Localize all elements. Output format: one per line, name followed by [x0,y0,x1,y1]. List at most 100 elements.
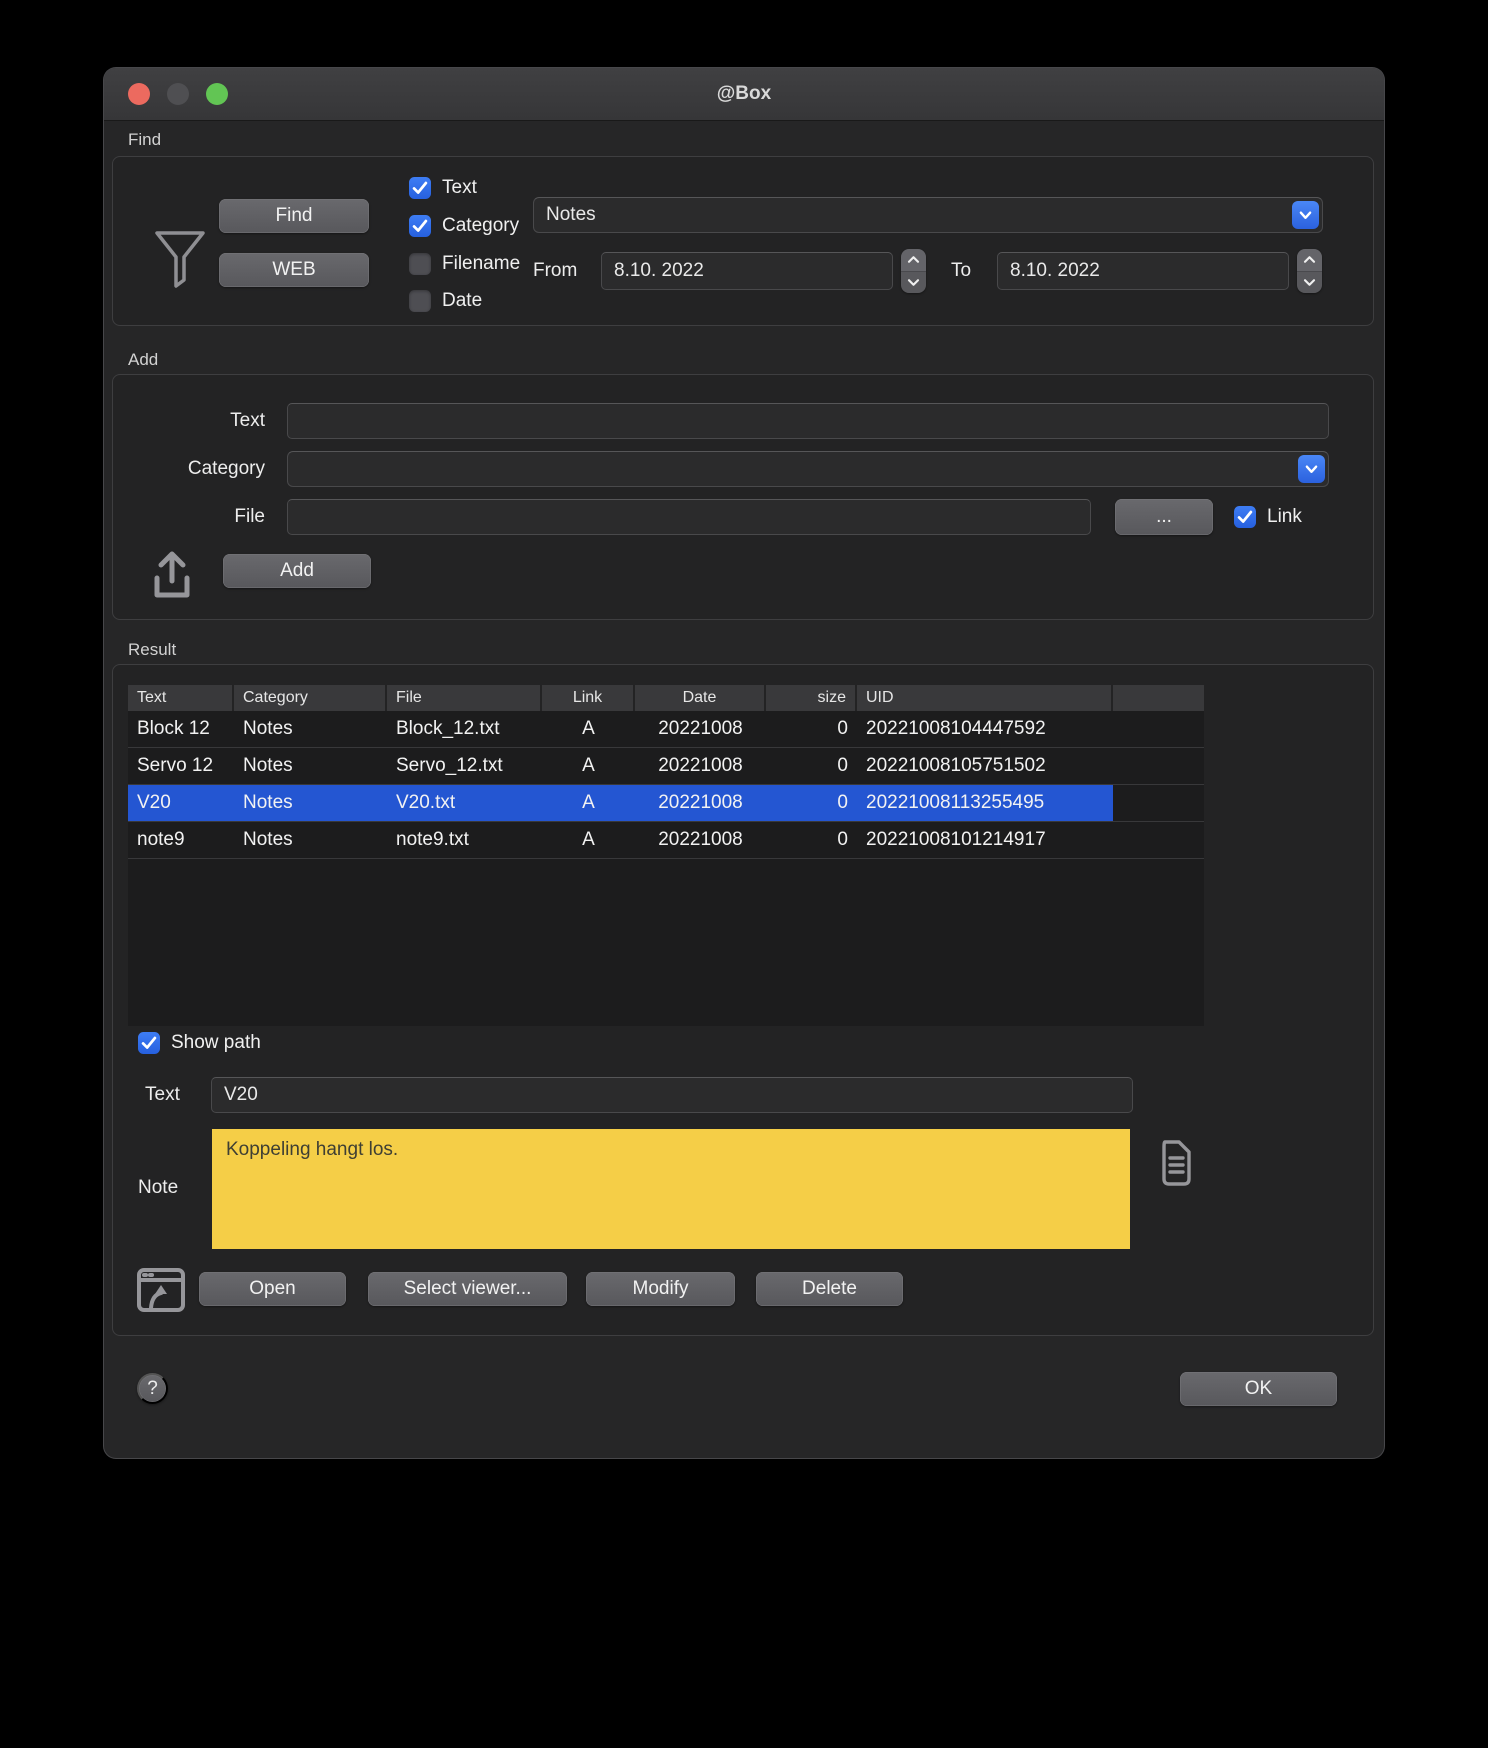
add-category-label: Category [113,451,265,487]
column-header-date[interactable]: Date [635,685,766,711]
title-bar: @Box [104,68,1384,121]
cell-link: A [542,822,635,858]
cell-blank [1113,711,1204,747]
delete-button[interactable]: Delete [756,1272,903,1306]
result-text-label: Text [145,1077,180,1113]
cell-category: Notes [234,711,387,747]
add-button[interactable]: Add [223,554,371,588]
checkbox-empty-icon [409,253,431,275]
checkbox-empty-icon [409,290,431,312]
filename-checkbox-label: Filename [442,253,520,275]
category-checkbox[interactable]: Category [409,215,519,237]
find-category-value: Notes [546,204,596,226]
note-label: Note [138,1177,178,1199]
stepper-up-icon[interactable] [1297,249,1322,272]
window-title: @Box [717,83,771,105]
filename-checkbox[interactable]: Filename [409,253,520,275]
open-external-window-icon [136,1267,186,1315]
cell-category: Notes [234,785,387,821]
add-file-label: File [113,499,265,535]
cell-date: 20221008 [635,785,766,821]
cell-link: A [542,785,635,821]
cell-uid: 20221008101214917 [857,822,1113,858]
note-textarea[interactable]: Koppeling hangt los. [212,1129,1130,1249]
checkbox-check-icon [409,215,431,237]
from-date-field[interactable] [601,252,893,290]
cell-text: Servo 12 [128,748,234,784]
result-text-field[interactable] [211,1077,1133,1113]
find-button[interactable]: Find [219,199,369,233]
stepper-down-icon[interactable] [901,272,926,294]
checkbox-check-icon [409,177,431,199]
result-table: Text Category File Link Date size UID Bl… [128,685,1204,1026]
table-row-selected[interactable]: V20 Notes V20.txt A 20221008 0 202210081… [128,785,1204,822]
result-section-label: Result [128,640,176,660]
text-checkbox-label: Text [442,177,477,199]
cell-text: V20 [128,785,234,821]
cell-text: Block 12 [128,711,234,747]
column-header-uid[interactable]: UID [857,685,1113,711]
link-checkbox[interactable]: Link [1234,506,1302,528]
modify-button[interactable]: Modify [586,1272,735,1306]
column-header-link[interactable]: Link [542,685,635,711]
checkbox-check-icon [1234,506,1256,528]
column-header-category[interactable]: Category [234,685,387,711]
category-checkbox-label: Category [442,215,519,237]
show-path-checkbox[interactable]: Show path [138,1032,261,1054]
help-button[interactable]: ? [137,1373,168,1404]
web-button[interactable]: WEB [219,253,369,287]
cell-uid: 20221008113255495 [857,785,1113,821]
text-checkbox[interactable]: Text [409,177,477,199]
note-document-icon[interactable] [1156,1139,1194,1187]
to-date-stepper[interactable] [1297,249,1322,293]
chevron-down-icon[interactable] [1298,455,1325,483]
show-path-checkbox-label: Show path [171,1032,261,1054]
cell-category: Notes [234,748,387,784]
checkbox-check-icon [138,1032,160,1054]
cell-link: A [542,748,635,784]
select-viewer-button[interactable]: Select viewer... [368,1272,567,1306]
link-checkbox-label: Link [1267,506,1302,528]
table-row[interactable]: Block 12 Notes Block_12.txt A 20221008 0… [128,711,1204,748]
add-text-input[interactable] [287,403,1329,439]
minimize-window-button[interactable] [167,83,189,105]
cell-size: 0 [766,822,857,858]
filter-icon [153,229,207,291]
table-row[interactable]: Servo 12 Notes Servo_12.txt A 20221008 0… [128,748,1204,785]
add-file-input[interactable] [287,499,1091,535]
cell-file: note9.txt [387,822,542,858]
cell-blank [1113,822,1204,858]
add-section-label: Add [128,350,158,370]
ok-button[interactable]: OK [1180,1372,1337,1406]
table-row[interactable]: note9 Notes note9.txt A 20221008 0 20221… [128,822,1204,859]
chevron-down-icon[interactable] [1292,201,1319,229]
date-checkbox[interactable]: Date [409,290,482,312]
from-date-stepper[interactable] [901,249,926,293]
table-header-row: Text Category File Link Date size UID [128,685,1204,711]
column-header-size[interactable]: size [766,685,857,711]
cell-date: 20221008 [635,711,766,747]
column-header-text[interactable]: Text [128,685,234,711]
result-panel: Text Category File Link Date size UID Bl… [112,664,1374,1336]
column-header-blank [1113,685,1204,711]
stepper-up-icon[interactable] [901,249,926,272]
column-header-file[interactable]: File [387,685,542,711]
zoom-window-button[interactable] [206,83,228,105]
close-window-button[interactable] [128,83,150,105]
cell-date: 20221008 [635,822,766,858]
to-date-field[interactable] [997,252,1289,290]
browse-file-button[interactable]: ... [1115,499,1213,535]
cell-link: A [542,711,635,747]
cell-size: 0 [766,748,857,784]
cell-uid: 20221008105751502 [857,748,1113,784]
cell-text: note9 [128,822,234,858]
find-category-select[interactable]: Notes [533,197,1323,233]
cell-size: 0 [766,785,857,821]
dialog-window: @Box Find Find WEB Text Category Filenam… [104,68,1384,1458]
from-label: From [533,252,577,290]
cell-file: V20.txt [387,785,542,821]
to-label: To [951,252,971,290]
stepper-down-icon[interactable] [1297,272,1322,294]
open-button[interactable]: Open [199,1272,346,1306]
add-category-select[interactable] [287,451,1329,487]
